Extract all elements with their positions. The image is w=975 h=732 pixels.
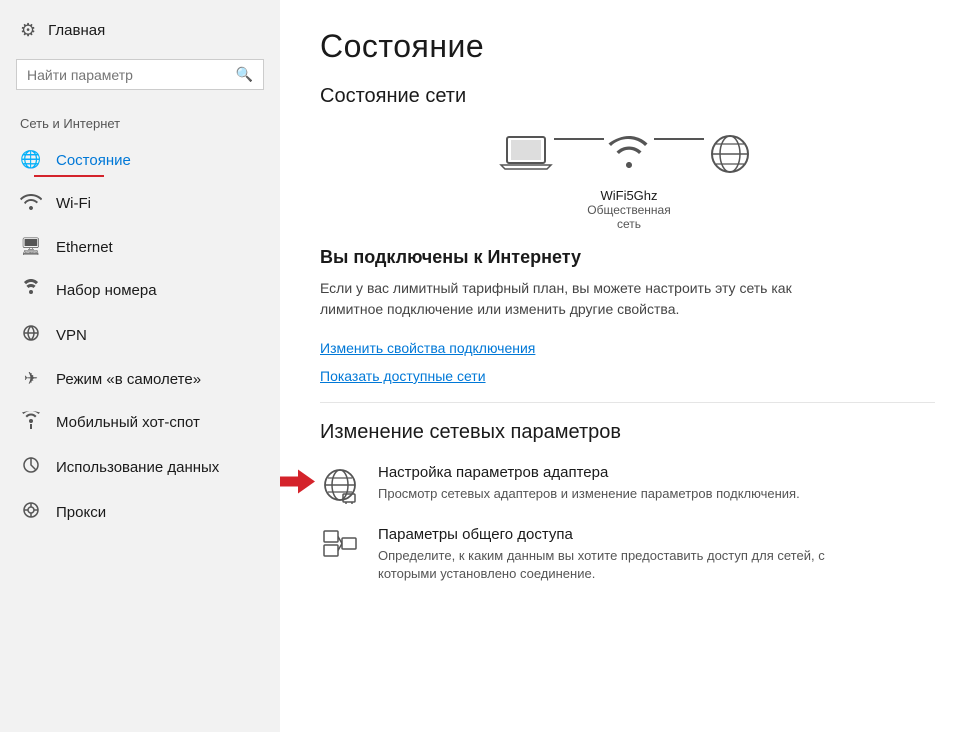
sidebar-item-data-usage[interactable]: Использование данных [0, 445, 280, 490]
description-text: Если у вас лимитный тарифный план, вы мо… [320, 278, 840, 320]
adapter-text: Настройка параметров адаптера Просмотр с… [378, 464, 800, 503]
wifi-diagram-icon [604, 132, 654, 177]
page-title: Состояние [320, 28, 935, 65]
sidebar-item-wifi[interactable]: Wi-Fi [0, 181, 280, 226]
search-input[interactable] [27, 67, 236, 83]
sidebar-item-status[interactable]: 🌐 Состояние [0, 139, 280, 181]
settings-item-adapter[interactable]: Настройка параметров адаптера Просмотр с… [320, 464, 935, 504]
main-content: Состояние Состояние сети [280, 0, 975, 732]
sharing-icon [320, 528, 360, 566]
sidebar-label-proxy: Прокси [56, 504, 106, 521]
sidebar-section-label: Сеть и Интернет [0, 108, 280, 139]
dialup-nav-icon [20, 279, 42, 302]
net-line-1 [554, 138, 604, 140]
link-networks[interactable]: Показать доступные сети [320, 368, 935, 384]
sidebar-home[interactable]: ⚙ Главная [0, 10, 280, 53]
sharing-text: Параметры общего доступа Определите, к к… [378, 526, 838, 583]
proxy-nav-icon [20, 501, 42, 524]
sidebar-label-airplane: Режим «в самолете» [56, 371, 201, 388]
airplane-nav-icon: ✈ [20, 369, 42, 389]
hotspot-nav-icon [20, 411, 42, 434]
gear-icon: ⚙ [20, 20, 36, 41]
search-box[interactable]: 🔍 [16, 59, 264, 90]
sidebar-item-hotspot[interactable]: Мобильный хот-спот [0, 400, 280, 445]
red-arrow [280, 467, 315, 502]
ssid-label: WiFi5Ghz [600, 188, 657, 203]
sidebar-label-status: Состояние [56, 152, 131, 169]
settings-item-sharing[interactable]: Параметры общего доступа Определите, к к… [320, 526, 935, 583]
laptop-icon [499, 132, 554, 177]
monitor-nav-icon: 🖥 [20, 237, 42, 257]
sidebar-label-wifi: Wi-Fi [56, 195, 91, 212]
sidebar-label-ethernet: Ethernet [56, 239, 113, 256]
network-diagram [320, 130, 935, 178]
link-properties[interactable]: Изменить свойства подключения [320, 340, 935, 356]
adapter-icon [320, 466, 360, 504]
sidebar-label-vpn: VPN [56, 327, 87, 344]
globe-diagram-icon [704, 130, 756, 178]
network-labels: WiFi5Ghz Общественная сеть [320, 188, 935, 231]
adapter-title: Настройка параметров адаптера [378, 464, 800, 481]
change-settings-title: Изменение сетевых параметров [320, 421, 935, 444]
sidebar-item-airplane[interactable]: ✈ Режим «в самолете» [0, 358, 280, 400]
sidebar-item-dialup[interactable]: Набор номера [0, 268, 280, 313]
net-line-2 [654, 138, 704, 140]
network-status-title: Состояние сети [320, 85, 935, 108]
network-type-label: Общественная сеть [587, 203, 670, 231]
connected-text: Вы подключены к Интернету [320, 247, 935, 268]
data-usage-nav-icon [20, 456, 42, 479]
divider [320, 402, 935, 403]
sharing-title: Параметры общего доступа [378, 526, 838, 543]
sidebar-label-data-usage: Использование данных [56, 459, 219, 476]
sidebar-label-dialup: Набор номера [56, 282, 157, 299]
adapter-desc: Просмотр сетевых адаптеров и изменение п… [378, 485, 800, 503]
wifi-nav-icon [20, 192, 42, 215]
vpn-nav-icon [20, 324, 42, 347]
sidebar-item-proxy[interactable]: Прокси [0, 490, 280, 535]
sidebar: ⚙ Главная 🔍 Сеть и Интернет 🌐 Состояние … [0, 0, 280, 732]
sharing-desc: Определите, к каким данным вы хотите пре… [378, 547, 838, 583]
globe-nav-icon: 🌐 [20, 150, 42, 170]
sidebar-item-ethernet[interactable]: 🖥 Ethernet [0, 226, 280, 268]
home-label: Главная [48, 22, 105, 39]
sidebar-item-vpn[interactable]: VPN [0, 313, 280, 358]
search-icon: 🔍 [236, 66, 253, 83]
sidebar-label-hotspot: Мобильный хот-спот [56, 414, 200, 431]
